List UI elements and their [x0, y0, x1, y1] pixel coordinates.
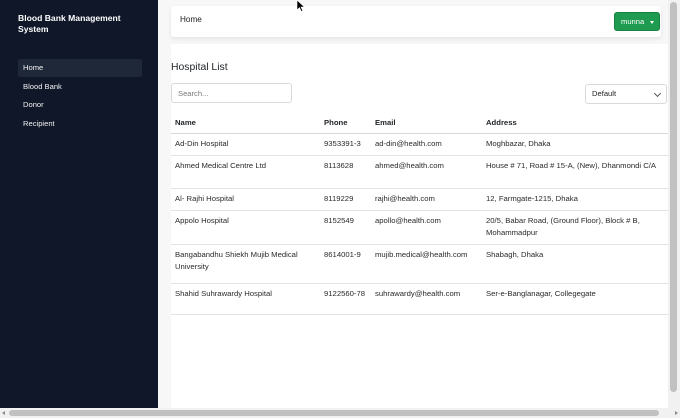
column-header-phone: Phone [320, 113, 371, 134]
cell-email: ad-din@health.com [371, 133, 482, 156]
mouse-cursor-icon [296, 0, 306, 12]
table-row: Ad-Din Hospital 9353391-3 ad-din@health.… [171, 133, 668, 156]
caret-down-icon [650, 21, 654, 24]
table-row: Shahid Suhrawardy Hospital 9122560-78 su… [171, 283, 668, 315]
cell-email: rajhi@health.com [371, 188, 482, 211]
cell-address: Moghbazar, Dhaka [482, 133, 668, 156]
cell-name: Shahid Suhrawardy Hospital [171, 283, 320, 315]
cell-address: Shabagh, Dhaka [482, 244, 668, 284]
cell-name: Bangabandhu Shiekh Mujib Medical Univers… [171, 244, 320, 284]
cell-phone: 8614001-9 [320, 244, 371, 284]
hospital-table: Name Phone Email Address Ad-Din Hospital… [171, 113, 668, 315]
sidebar-item-recipient[interactable]: Recipient [18, 115, 142, 133]
cell-address: 12, Farmgate-1215, Dhaka [482, 188, 668, 211]
sidebar-item-donor[interactable]: Donor [18, 96, 142, 114]
hospital-list-panel: Hospital List Default Name Phone Email A… [171, 44, 668, 408]
cell-address: 20/5, Babar Road, (Ground Floor), Block … [482, 210, 668, 245]
user-menu-label: munna [621, 17, 645, 26]
cell-name: Al- Rajhi Hospital [171, 188, 320, 211]
sort-select[interactable]: Default [585, 84, 667, 104]
horizontal-scrollbar[interactable] [0, 408, 680, 418]
cell-name: Appolo Hospital [171, 210, 320, 245]
scroll-left-arrow-icon[interactable] [2, 411, 5, 415]
table-row: Bangabandhu Shiekh Mujib Medical Univers… [171, 244, 668, 284]
cell-name: Ahmed Medical Centre Ltd [171, 155, 320, 189]
column-header-address: Address [482, 113, 668, 134]
page-title: Hospital List [171, 62, 228, 73]
sort-select-value: Default [592, 89, 617, 98]
user-menu-button[interactable]: munna [614, 12, 660, 31]
top-navbar: Home munna [171, 6, 661, 37]
cell-email: ahmed@health.com [371, 155, 482, 189]
table-row: Appolo Hospital 8152549 apollo@health.co… [171, 210, 668, 245]
sidebar-item-home[interactable]: Home [18, 59, 142, 77]
table-row: Ahmed Medical Centre Ltd 8113628 ahmed@h… [171, 155, 668, 189]
cell-phone: 8113628 [320, 155, 371, 189]
cell-phone: 9122560-78 [320, 283, 371, 315]
brand-title: Blood Bank Management System [18, 13, 121, 34]
cell-phone: 9353391-3 [320, 133, 371, 156]
vertical-scroll-thumb[interactable] [670, 2, 677, 392]
cell-email: apollo@health.com [371, 210, 482, 245]
navbar-home-link[interactable]: Home [180, 15, 202, 24]
cell-address: House # 71, Road # 15-A, (New), Dhanmond… [482, 155, 668, 189]
cell-address: Ser-e-Banglanagar, Collegegate [482, 283, 668, 315]
column-header-email: Email [371, 113, 482, 134]
scroll-right-arrow-icon[interactable] [675, 411, 678, 415]
sidebar: Blood Bank Management System Home Blood … [0, 0, 158, 408]
cell-email: mujib.medical@health.com [371, 244, 482, 284]
column-header-name: Name [171, 113, 320, 134]
table-header-row: Name Phone Email Address [171, 113, 668, 134]
chevron-down-icon [653, 89, 662, 98]
cell-email: suhrawardy@health.com [371, 283, 482, 315]
sidebar-item-blood-bank[interactable]: Blood Bank [18, 78, 142, 96]
main-area: Home munna Hospital List Default Name Ph… [158, 0, 668, 408]
cell-phone: 8119229 [320, 188, 371, 211]
sidebar-nav: Home Blood Bank Donor Recipient [18, 59, 142, 134]
vertical-scrollbar[interactable] [668, 0, 680, 408]
horizontal-scroll-thumb[interactable] [9, 410, 659, 416]
table-row: Al- Rajhi Hospital 8119229 rajhi@health.… [171, 188, 668, 211]
cell-phone: 8152549 [320, 210, 371, 245]
cell-name: Ad-Din Hospital [171, 133, 320, 156]
search-input[interactable] [171, 83, 292, 103]
